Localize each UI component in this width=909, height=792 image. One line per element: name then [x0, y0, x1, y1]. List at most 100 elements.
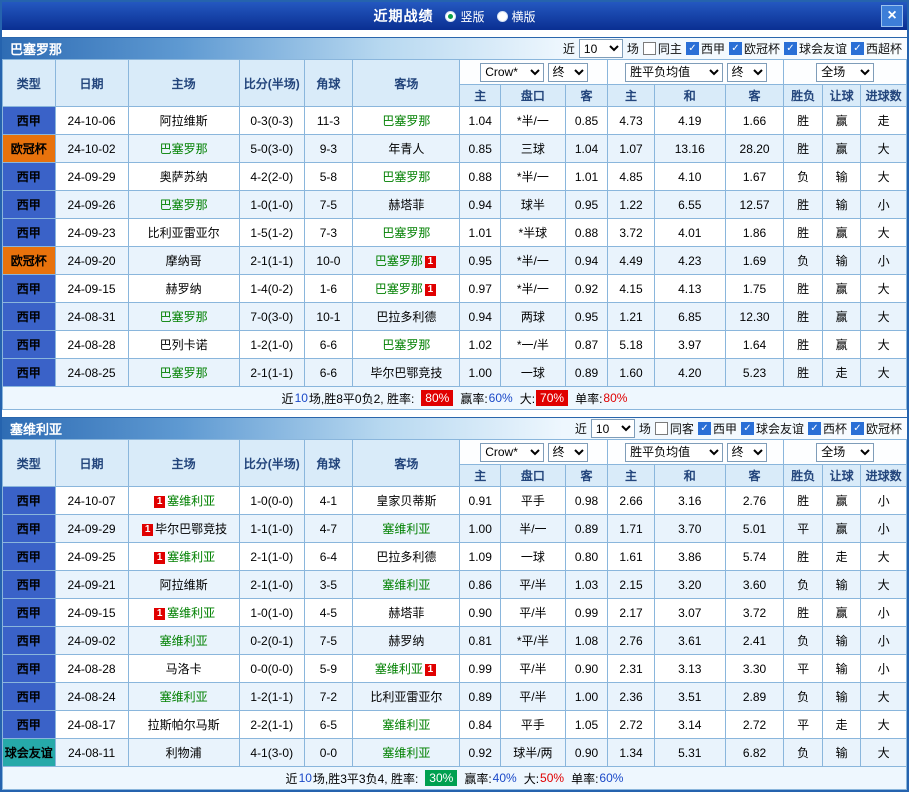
match-row: 西甲 24-08-17 拉斯帕尔马斯 2-2(1-1) 6-5 塞维利亚 0.8… — [3, 711, 907, 739]
corners: 7-5 — [304, 191, 353, 219]
odds-draw: 3.14 — [654, 711, 725, 739]
layout-radio-horizontal[interactable]: 横版 — [497, 8, 536, 25]
radio-icon[interactable] — [445, 11, 456, 22]
europe-odds-select[interactable]: 胜平负均值 — [625, 443, 723, 462]
filter-unit-label: 场 — [639, 420, 651, 437]
checkbox-icon[interactable] — [808, 422, 821, 435]
score: 1-0(0-0) — [239, 487, 304, 515]
handicap: *半/一 — [500, 247, 565, 275]
away-team: 巴塞罗那 — [353, 163, 460, 191]
team-label: 巴塞罗那 — [160, 198, 208, 212]
team-label: 赫罗纳 — [166, 282, 202, 296]
odds-lose: 1.66 — [725, 107, 784, 135]
odds-company-select[interactable]: Crow* — [480, 63, 544, 82]
col-handicap: 盘口 — [500, 465, 565, 487]
score: 0-2(0-1) — [239, 627, 304, 655]
filter-checkbox-4[interactable]: 欧冠杯 — [851, 420, 902, 437]
team-label: 塞维利亚 — [382, 718, 430, 732]
away-team: 塞维利亚 — [353, 739, 460, 767]
result: 胜 — [784, 487, 822, 515]
match-count-select[interactable]: 10 — [579, 39, 623, 58]
odds-company-select[interactable]: Crow* — [480, 443, 544, 462]
result: 负 — [784, 247, 822, 275]
result: 负 — [784, 571, 822, 599]
odds-home: 0.91 — [460, 487, 500, 515]
europe-time-select[interactable]: 终 — [727, 443, 767, 462]
team-label: 巴塞罗那 — [382, 226, 430, 240]
checkbox-icon[interactable] — [698, 422, 711, 435]
handicap: 平手 — [500, 711, 565, 739]
odds-lose: 6.82 — [725, 739, 784, 767]
team-label: 马洛卡 — [166, 662, 202, 676]
team-label: 巴塞罗那 — [382, 338, 430, 352]
filter-checkbox-2[interactable]: 球会友谊 — [741, 420, 804, 437]
checkbox-icon[interactable] — [784, 42, 797, 55]
filter-checkbox-1[interactable]: 西甲 — [686, 40, 725, 57]
col-ah-result: 让球 — [822, 465, 860, 487]
result: 负 — [784, 163, 822, 191]
corners: 10-0 — [304, 247, 353, 275]
away-team: 赫罗纳 — [353, 627, 460, 655]
team-label: 利物浦 — [166, 746, 202, 760]
away-team: 巴塞罗那 — [353, 107, 460, 135]
filter-checkbox-0[interactable]: 同客 — [655, 420, 694, 437]
odds-away: 1.04 — [565, 135, 608, 163]
titlebar: 近期战绩 竖版 横版 × — [2, 2, 907, 30]
filter-checkbox-2[interactable]: 欧冠杯 — [729, 40, 780, 57]
popup-title: 近期战绩 — [373, 6, 433, 26]
handicap-result: 赢 — [822, 515, 860, 543]
result: 平 — [784, 711, 822, 739]
match-row: 西甲 24-09-15 赫罗纳 1-4(0-2) 1-6 巴塞罗那1 0.97 … — [3, 275, 907, 303]
team-label: 比利亚雷亚尔 — [370, 690, 442, 704]
filter-checkbox-0[interactable]: 同主 — [643, 40, 682, 57]
filter-checkbox-3[interactable]: 西杯 — [808, 420, 847, 437]
match-row: 西甲 24-09-29 奥萨苏纳 4-2(2-0) 5-8 巴塞罗那 0.88 … — [3, 163, 907, 191]
checkbox-icon[interactable] — [729, 42, 742, 55]
match-row: 欧冠杯 24-10-02 巴塞罗那 5-0(3-0) 9-3 年青人 0.85 … — [3, 135, 907, 163]
result: 负 — [784, 627, 822, 655]
layout-radio-vertical[interactable]: 竖版 — [445, 8, 484, 25]
scope-select[interactable]: 全场 — [816, 443, 874, 462]
goals-result: 小 — [861, 191, 907, 219]
odds-time-select[interactable]: 终 — [548, 443, 588, 462]
match-date: 24-09-15 — [55, 275, 128, 303]
filter-checkbox-1[interactable]: 西甲 — [698, 420, 737, 437]
odds-home: 0.94 — [460, 191, 500, 219]
close-button[interactable]: × — [881, 5, 903, 27]
checkbox-icon[interactable] — [686, 42, 699, 55]
away-team: 年青人 — [353, 135, 460, 163]
filter-checkbox-4[interactable]: 西超杯 — [851, 40, 902, 57]
europe-odds-select[interactable]: 胜平负均值 — [625, 63, 723, 82]
score: 2-1(1-1) — [239, 247, 304, 275]
odds-time-select[interactable]: 终 — [548, 63, 588, 82]
match-count-select[interactable]: 10 — [591, 419, 635, 438]
match-date: 24-09-15 — [55, 599, 128, 627]
win-rate-badge: 30% — [425, 770, 457, 786]
handicap: *半/一 — [500, 107, 565, 135]
red-card-badge: 1 — [142, 524, 153, 536]
odds-win: 1.71 — [608, 515, 655, 543]
match-type: 欧冠杯 — [3, 247, 56, 275]
result: 胜 — [784, 543, 822, 571]
match-type: 西甲 — [3, 163, 56, 191]
checkbox-icon[interactable] — [655, 422, 668, 435]
radio-icon[interactable] — [497, 11, 508, 22]
odds-draw: 3.13 — [654, 655, 725, 683]
checkbox-icon[interactable] — [851, 422, 864, 435]
europe-time-select[interactable]: 终 — [727, 63, 767, 82]
match-date: 24-09-26 — [55, 191, 128, 219]
result: 负 — [784, 739, 822, 767]
checkbox-icon[interactable] — [643, 42, 656, 55]
odds-win: 2.72 — [608, 711, 655, 739]
filter-checkbox-3[interactable]: 球会友谊 — [784, 40, 847, 57]
scope-controls: 全场 — [784, 60, 907, 85]
checkbox-icon[interactable] — [851, 42, 864, 55]
handicap: *平/半 — [500, 627, 565, 655]
result: 胜 — [784, 107, 822, 135]
scope-select[interactable]: 全场 — [816, 63, 874, 82]
away-team: 塞维利亚 — [353, 711, 460, 739]
col-draw: 和 — [654, 465, 725, 487]
away-team: 巴拉多利德 — [353, 543, 460, 571]
odds-draw: 3.97 — [654, 331, 725, 359]
checkbox-icon[interactable] — [741, 422, 754, 435]
